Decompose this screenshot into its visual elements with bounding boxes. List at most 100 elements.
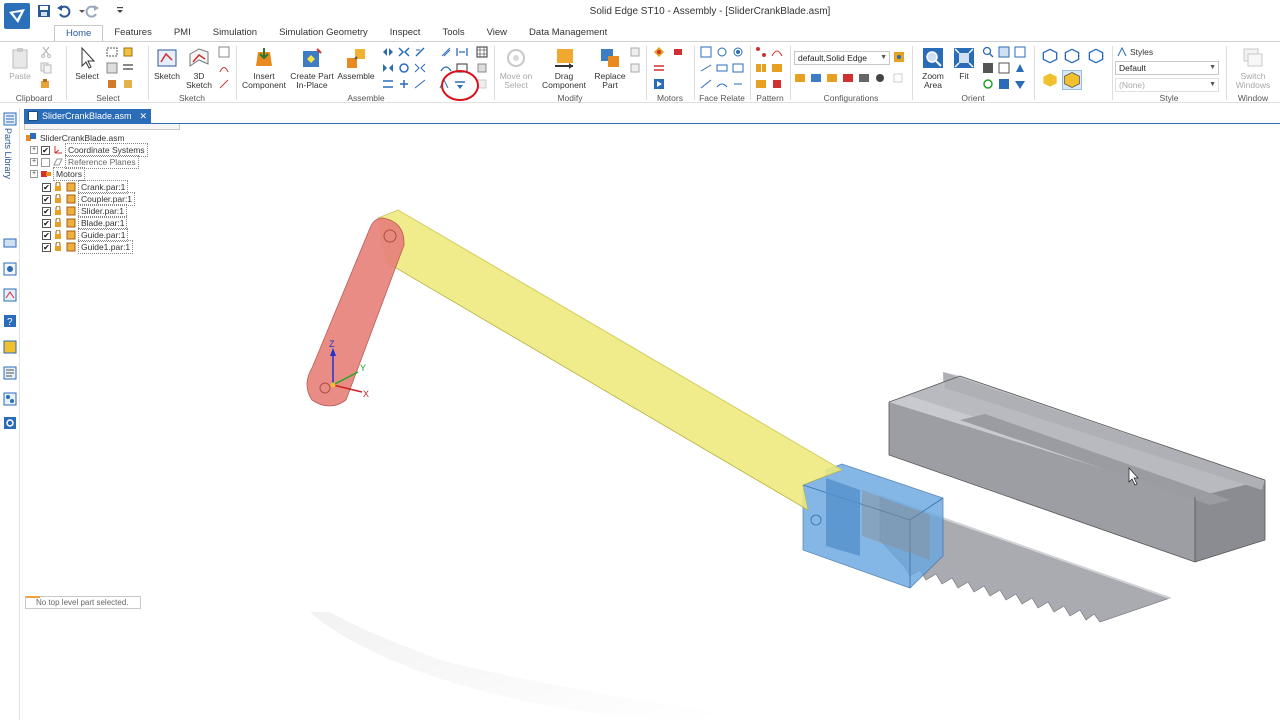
visibility-checkbox[interactable]: ✔ xyxy=(42,242,51,252)
copy-icon[interactable] xyxy=(40,62,52,74)
linear-motor-icon[interactable] xyxy=(672,46,684,58)
expand-icon[interactable]: + xyxy=(30,158,38,166)
select-button[interactable]: Select xyxy=(72,46,102,81)
undo-icon[interactable] xyxy=(56,3,72,19)
fit-button[interactable]: Fit xyxy=(950,46,978,81)
replace-part-button[interactable]: Replace Part xyxy=(592,46,628,90)
visibility-checkbox[interactable]: ✔ xyxy=(42,182,51,192)
mirror-icon[interactable] xyxy=(771,46,783,58)
create-part-in-place-button[interactable]: Create Part In-Place xyxy=(288,46,336,90)
show-parts-icon[interactable] xyxy=(106,78,118,90)
insert-component-button[interactable]: Insert Component xyxy=(240,46,288,90)
perpendicular-face-icon[interactable] xyxy=(716,62,728,74)
symmetric-face-icon[interactable] xyxy=(716,78,728,90)
config-tool-6-icon[interactable] xyxy=(874,72,886,84)
config-tool-5-icon[interactable] xyxy=(858,72,870,84)
motor-list-icon[interactable] xyxy=(653,62,665,74)
crank-part[interactable] xyxy=(306,217,405,407)
style-select[interactable]: Default ▼ xyxy=(1115,61,1219,75)
tab-simulation[interactable]: Simulation xyxy=(202,25,268,41)
zoom-area-button[interactable]: Zoom Area xyxy=(916,46,950,90)
customize-icon[interactable] xyxy=(112,3,123,19)
3d-sketch-button[interactable]: 3D Sketch xyxy=(184,46,214,90)
rotate-icon[interactable] xyxy=(1014,46,1026,58)
3d-graphics-window[interactable]: Z X Y xyxy=(186,126,1280,720)
visibility-checkbox[interactable]: ✔ xyxy=(41,145,50,155)
tangent-face-icon[interactable] xyxy=(700,78,712,90)
grid-icon[interactable] xyxy=(476,46,488,58)
duplicate-icon[interactable] xyxy=(755,62,767,74)
pathfinder-icon[interactable] xyxy=(3,112,17,126)
hide-parts-icon[interactable] xyxy=(122,78,134,90)
substyle-select[interactable]: (None) ▼ xyxy=(1115,78,1219,92)
simulate-motor-icon[interactable] xyxy=(653,78,665,90)
arc-icon[interactable] xyxy=(218,62,230,74)
tree-item-guide1[interactable]: ✔ Guide1.par:1 xyxy=(42,240,134,254)
spin-about-icon[interactable] xyxy=(982,78,994,90)
parallel-face-icon[interactable] xyxy=(700,62,712,74)
curve-icon[interactable] xyxy=(218,78,230,90)
rigid-face-icon[interactable] xyxy=(732,78,744,90)
sculpted-view-icon[interactable] xyxy=(1014,62,1026,74)
move-on-select-button[interactable]: Move on Select xyxy=(496,46,536,90)
cut-icon[interactable] xyxy=(40,46,52,58)
slider-part[interactable] xyxy=(802,463,944,589)
previous-view-icon[interactable] xyxy=(998,62,1010,74)
settings-gear-icon[interactable] xyxy=(3,416,17,430)
pan-icon[interactable] xyxy=(998,46,1010,58)
shaded-with-edges-icon[interactable] xyxy=(1062,70,1082,90)
planar-align-icon[interactable] xyxy=(398,46,410,58)
pattern-icon[interactable] xyxy=(755,46,767,58)
config-tool-3-icon[interactable] xyxy=(826,72,838,84)
config-tool-2-icon[interactable] xyxy=(810,72,822,84)
save-icon[interactable] xyxy=(36,3,52,19)
shaded-icon[interactable] xyxy=(1042,72,1058,88)
line-icon[interactable] xyxy=(218,46,230,58)
along-curve-icon[interactable] xyxy=(771,62,783,74)
config-tool-1-icon[interactable] xyxy=(794,72,806,84)
named-views-icon[interactable] xyxy=(1014,78,1026,90)
tree-item-motors[interactable]: + Motors xyxy=(30,167,85,181)
coplanar-icon[interactable] xyxy=(700,46,712,58)
sensors-icon[interactable] xyxy=(3,236,17,250)
angle-icon[interactable] xyxy=(456,46,468,58)
insert-relationship-icon[interactable] xyxy=(398,78,410,90)
drag-component-button[interactable]: Drag Component xyxy=(536,46,592,90)
configuration-settings-icon[interactable] xyxy=(893,51,905,63)
family-of-parts-icon[interactable] xyxy=(3,366,17,380)
tab-simulation-geometry[interactable]: Simulation Geometry xyxy=(268,25,379,41)
feature-library-icon[interactable] xyxy=(3,340,17,354)
expand-icon[interactable]: + xyxy=(30,170,38,178)
coaxial-icon[interactable] xyxy=(716,46,728,58)
dimetric-view-icon[interactable] xyxy=(1064,48,1080,64)
configuration-select[interactable]: default,Solid Edge ▼ xyxy=(794,51,890,65)
tab-tools[interactable]: Tools xyxy=(431,25,475,41)
visibility-checkbox[interactable]: ✔ xyxy=(42,218,51,228)
modify-small-icon-1[interactable] xyxy=(629,46,641,58)
modify-small-icon-2[interactable] xyxy=(629,62,641,74)
gear-relationship-icon[interactable] xyxy=(414,62,426,74)
tab-inspect[interactable]: Inspect xyxy=(379,25,432,41)
visibility-checkbox[interactable]: ✔ xyxy=(42,230,51,240)
undo-dropdown-icon[interactable] xyxy=(74,3,85,19)
assemble-button[interactable]: Assemble xyxy=(336,46,376,81)
redo-icon[interactable] xyxy=(84,3,100,19)
config-tool-4-icon[interactable] xyxy=(842,72,854,84)
center-plane-icon[interactable] xyxy=(414,78,426,90)
styles-label[interactable]: Styles xyxy=(1130,47,1153,57)
visibility-checkbox[interactable] xyxy=(41,157,50,167)
app-logo-button[interactable] xyxy=(4,3,30,29)
document-tab[interactable]: SliderCrankBlade.asm ✕ xyxy=(24,109,152,123)
visibility-checkbox[interactable]: ✔ xyxy=(42,206,51,216)
select-list-icon[interactable] xyxy=(122,62,134,74)
paste-button[interactable]: Paste xyxy=(6,46,34,81)
trimetric-view-icon[interactable] xyxy=(1088,48,1104,64)
tangent-icon[interactable] xyxy=(382,62,394,74)
expand-icon[interactable]: + xyxy=(30,146,38,154)
offset-face-icon[interactable] xyxy=(732,62,744,74)
tab-data-management[interactable]: Data Management xyxy=(518,25,618,41)
coupler-part[interactable] xyxy=(377,209,843,511)
close-icon[interactable]: ✕ xyxy=(140,109,148,123)
relationships-panel-icon[interactable] xyxy=(3,392,17,406)
select-tools-icon[interactable] xyxy=(106,62,118,74)
